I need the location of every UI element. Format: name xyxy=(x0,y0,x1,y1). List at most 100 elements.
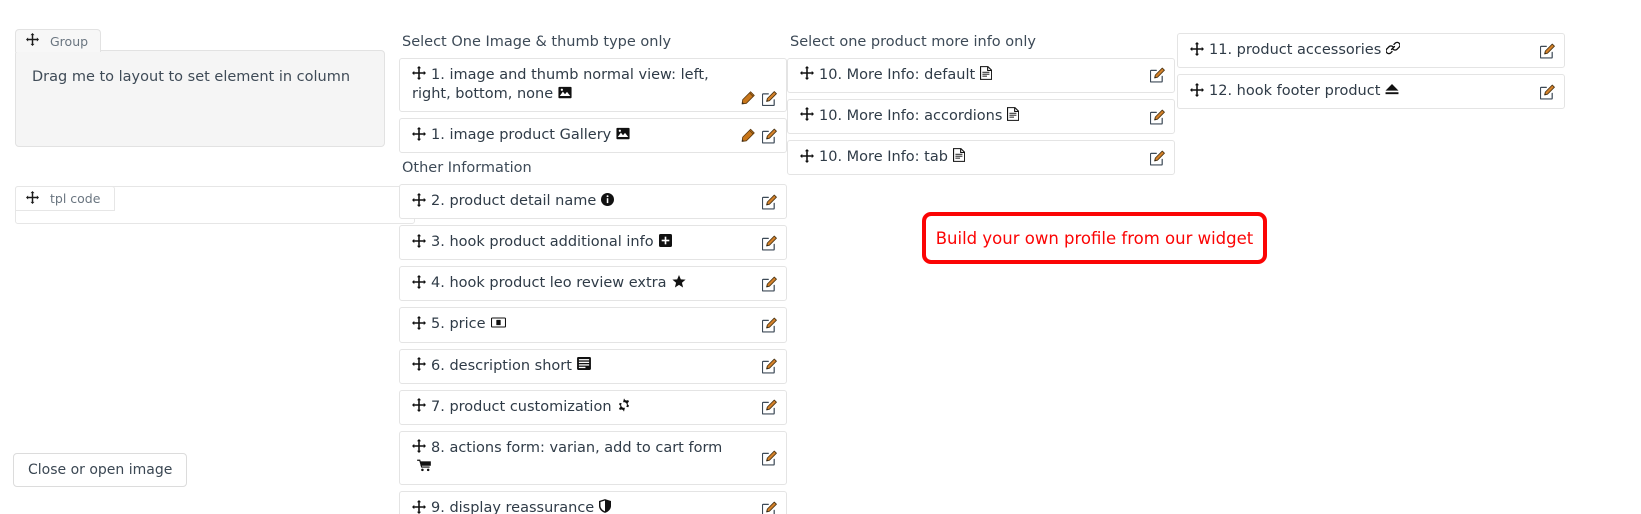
tpl-code-tab[interactable]: tpl code xyxy=(15,186,116,211)
move-arrows-icon[interactable] xyxy=(412,192,426,210)
group-panel-tab-label: Group xyxy=(50,33,89,49)
layout-element-item[interactable]: 7. product customization xyxy=(399,389,787,425)
move-arrows-icon[interactable] xyxy=(412,274,426,292)
layout-builder-canvas: Group Drag me to layout to set element i… xyxy=(0,0,1641,514)
other-items-list: 2. product detail name 3. hook product ad… xyxy=(399,184,787,514)
group-panel-tab[interactable]: Group xyxy=(15,29,102,52)
edit-square-icon[interactable] xyxy=(1539,43,1555,59)
shield-icon xyxy=(599,499,612,514)
document-icon xyxy=(952,148,966,166)
edit-square-icon[interactable] xyxy=(761,276,777,292)
layout-element-item[interactable]: 1. image and thumb normal view: left, ri… xyxy=(399,57,787,113)
layout-element-content: 1. image product Gallery xyxy=(412,126,630,145)
move-arrows-icon[interactable] xyxy=(412,357,426,374)
edit-square-icon[interactable] xyxy=(761,358,777,374)
layout-element-actions xyxy=(761,194,777,210)
layout-element-item[interactable]: 10. More Info: tab xyxy=(787,140,1175,176)
image-items-list: 1. image and thumb normal view: left, ri… xyxy=(399,57,787,154)
move-arrows-icon[interactable] xyxy=(26,190,39,207)
move-arrows-icon[interactable] xyxy=(412,439,426,456)
money-bill-icon xyxy=(490,317,506,332)
move-arrows-icon[interactable] xyxy=(412,499,426,514)
layout-element-label: 8. actions form: varian, add to cart for… xyxy=(431,439,723,456)
layout-element-item[interactable]: 10. More Info: default xyxy=(787,57,1175,93)
layout-element-actions xyxy=(761,450,777,466)
edit-square-icon[interactable] xyxy=(1149,109,1165,125)
edit-square-icon[interactable] xyxy=(1149,68,1165,84)
layout-element-item[interactable]: 1. image product Gallery xyxy=(399,118,787,154)
pencil-icon[interactable] xyxy=(740,91,755,106)
more-info-items-list: 10. More Info: default 10. More Info: acc… xyxy=(787,57,1175,176)
move-arrows-icon[interactable] xyxy=(412,233,426,251)
layout-element-content: 11. product accessories xyxy=(1190,41,1401,60)
layout-element-actions xyxy=(761,317,777,333)
move-arrows-icon[interactable] xyxy=(800,66,814,83)
edit-square-icon[interactable] xyxy=(761,194,777,210)
layout-element-item[interactable]: 12. hook footer product xyxy=(1177,74,1565,110)
layout-element-label: 10. More Info: accordions xyxy=(819,107,1003,124)
accessories-items-list: 11. product accessories 12. hook footer p… xyxy=(1177,33,1565,110)
layout-element-actions xyxy=(1149,109,1165,125)
link-chain-icon xyxy=(1385,41,1401,59)
tpl-code-tab-label: tpl code xyxy=(50,191,101,206)
document-icon xyxy=(1007,107,1020,125)
layout-element-content: 5. price xyxy=(412,315,506,334)
layout-element-item[interactable]: 9. display reassurance xyxy=(399,491,787,514)
layout-element-item[interactable]: 3. hook product additional info xyxy=(399,225,787,261)
move-arrows-icon[interactable] xyxy=(26,33,39,49)
move-arrows-icon[interactable] xyxy=(800,107,814,124)
edit-square-icon[interactable] xyxy=(761,501,777,514)
move-arrows-icon[interactable] xyxy=(412,398,426,415)
layout-element-actions xyxy=(761,358,777,374)
column-other-header: Other Information xyxy=(402,160,532,177)
layout-element-label: 10. More Info: tab xyxy=(819,149,948,166)
layout-element-item[interactable]: 8. actions form: varian, add to cart for… xyxy=(399,430,787,486)
layout-element-content: 3. hook product additional info xyxy=(412,233,672,252)
info-circle-icon xyxy=(601,192,615,210)
edit-square-icon[interactable] xyxy=(761,128,777,144)
layout-element-label: 2. product detail name xyxy=(431,193,597,210)
edit-square-icon[interactable] xyxy=(1149,150,1165,166)
edit-square-icon[interactable] xyxy=(761,317,777,333)
layout-element-actions xyxy=(761,501,777,514)
edit-square-icon[interactable] xyxy=(761,450,777,466)
eject-triangle-icon xyxy=(1385,83,1399,99)
layout-element-label: 4. hook product leo review extra xyxy=(431,275,667,292)
move-arrows-icon[interactable] xyxy=(800,148,814,166)
pencil-icon[interactable] xyxy=(740,128,755,143)
close-or-open-image-button[interactable]: Close or open image xyxy=(13,453,188,487)
move-arrows-icon[interactable] xyxy=(412,66,426,83)
move-arrows-icon[interactable] xyxy=(412,126,426,144)
edit-square-icon[interactable] xyxy=(761,91,777,107)
edit-square-icon[interactable] xyxy=(761,235,777,251)
layout-element-item[interactable]: 2. product detail name xyxy=(399,184,787,220)
layout-element-label: 11. product accessories xyxy=(1209,42,1382,58)
layout-element-item[interactable]: 11. product accessories xyxy=(1177,33,1565,69)
image-icon xyxy=(558,86,572,103)
layout-element-content: 1. image and thumb normal view: left, ri… xyxy=(412,66,728,104)
edit-square-icon[interactable] xyxy=(1539,84,1555,100)
layout-element-content: 6. description short xyxy=(412,357,591,376)
layout-element-content: 4. hook product leo review extra xyxy=(412,274,686,293)
layout-element-item[interactable]: 5. price xyxy=(399,307,787,343)
layout-element-actions xyxy=(740,128,777,144)
tpl-code-panel[interactable]: tpl code xyxy=(15,186,415,224)
layout-element-label: 5. price xyxy=(431,316,486,333)
layout-element-content: 7. product customization xyxy=(412,398,631,417)
document-icon xyxy=(980,66,993,84)
move-arrows-icon[interactable] xyxy=(412,315,426,333)
layout-element-content: 10. More Info: tab xyxy=(800,148,966,167)
layout-element-item[interactable]: 6. description short xyxy=(399,348,787,384)
edit-square-icon[interactable] xyxy=(761,399,777,415)
layout-element-label: 7. product customization xyxy=(431,398,612,415)
group-panel-body-text: Drag me to layout to set element in colu… xyxy=(32,69,351,85)
layout-element-content: 8. actions form: varian, add to cart for… xyxy=(412,439,728,477)
layout-element-item[interactable]: 4. hook product leo review extra xyxy=(399,266,787,302)
move-arrows-icon[interactable] xyxy=(1190,41,1204,59)
layout-element-item[interactable]: 10. More Info: accordions xyxy=(787,98,1175,135)
group-panel[interactable]: Group Drag me to layout to set element i… xyxy=(15,29,385,147)
move-arrows-icon[interactable] xyxy=(1190,82,1204,100)
image-icon xyxy=(616,127,630,144)
column-image-header: Select One Image & thumb type only xyxy=(402,34,672,50)
layout-element-label: 9. display reassurance xyxy=(431,500,595,514)
